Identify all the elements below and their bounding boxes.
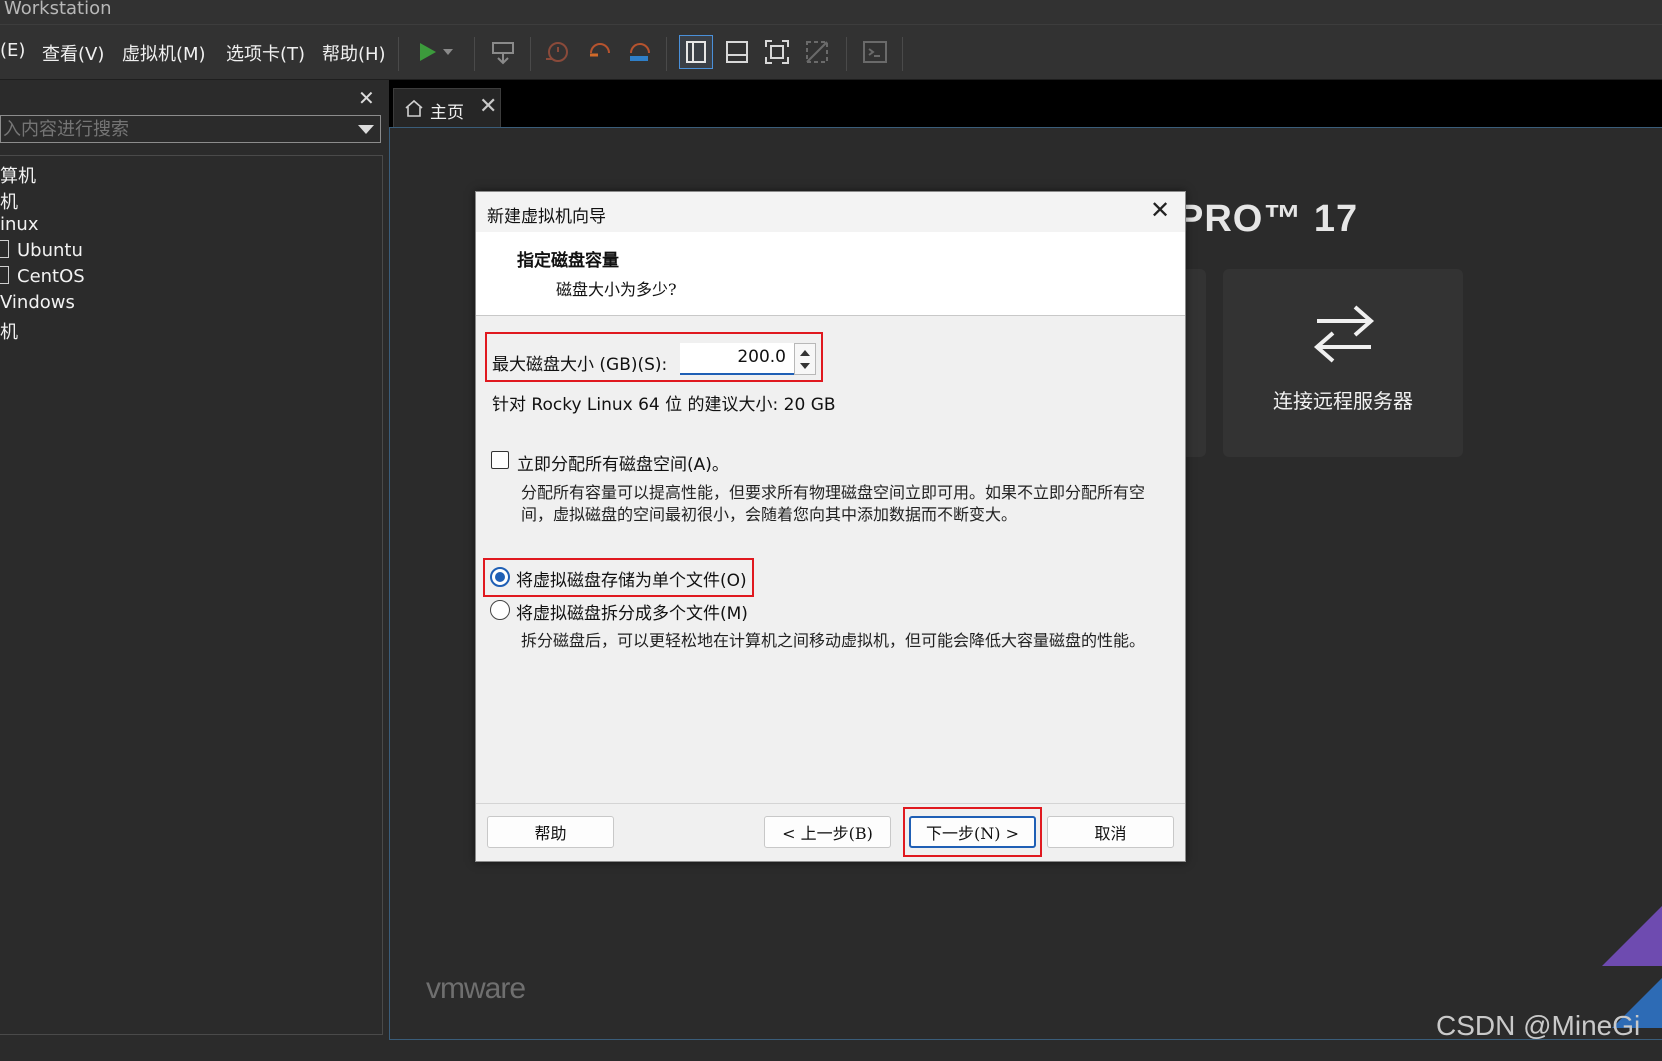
disk-size-stepper[interactable] (794, 343, 816, 375)
menu-vm[interactable]: 虚拟机(M) (122, 40, 206, 66)
vm-icon (0, 240, 9, 258)
toolbar-separator (398, 37, 399, 71)
help-button[interactable]: 帮助 (487, 816, 614, 848)
tab-strip: 主页 ✕ (389, 80, 1662, 127)
cancel-button[interactable]: 取消 (1047, 816, 1174, 848)
play-dropdown-icon[interactable] (440, 35, 456, 69)
vm-icon (0, 266, 9, 284)
library-search-input[interactable] (1, 116, 343, 142)
tab-label: 主页 (430, 103, 464, 123)
connect-remote-server-label: 连接远程服务器 (1273, 389, 1413, 413)
menu-tabs[interactable]: 选项卡(T) (226, 40, 305, 66)
tree-item-centos[interactable]: CentOS (0, 266, 85, 287)
stepper-up-icon[interactable] (800, 350, 810, 356)
max-disk-size-input[interactable] (680, 343, 790, 371)
snapshot-manager-icon[interactable] (622, 35, 656, 69)
library-view-icon[interactable] (679, 35, 713, 69)
toolbar-separator (530, 37, 531, 71)
library-close-icon[interactable]: ✕ (358, 86, 375, 110)
multi-file-radio[interactable] (490, 600, 510, 620)
tree-item-linux[interactable]: inux (0, 214, 38, 235)
single-file-radio[interactable] (490, 567, 510, 587)
tab-home[interactable]: 主页 ✕ (393, 88, 501, 127)
footer-divider (476, 803, 1185, 804)
dialog-titlebar: 新建虚拟机向导 ✕ (476, 192, 1185, 232)
dialog-close-icon[interactable]: ✕ (1150, 196, 1170, 224)
allocate-description: 分配所有容量可以提高性能，但要求所有物理磁盘空间立即可用。如果不立即分配所有空间… (521, 483, 1146, 524)
vmware-logo: vmware (426, 972, 526, 1005)
multi-file-label[interactable]: 将虚拟磁盘拆分成多个文件(M) (516, 599, 748, 624)
next-button[interactable]: 下一步(N) > (909, 816, 1036, 848)
step-heading: 指定磁盘容量 (517, 251, 619, 271)
thumbnail-bar-icon[interactable] (720, 35, 754, 69)
send-keys-icon[interactable] (486, 35, 520, 69)
connect-remote-server-card[interactable]: 连接远程服务器 (1223, 269, 1463, 457)
split-description: 拆分磁盘后，可以更轻松地在计算机之间移动虚拟机，但可能会降低大容量磁盘的性能。 (521, 631, 1146, 650)
toolbar-separator (902, 37, 903, 71)
library-search[interactable] (0, 115, 381, 143)
single-file-label[interactable]: 将虚拟磁盘存储为单个文件(O) (516, 566, 747, 591)
toolbar-separator (846, 37, 847, 71)
dialog-header: 指定磁盘容量 磁盘大小为多少? (476, 232, 1185, 316)
transfer-arrows-icon (1313, 305, 1375, 363)
stepper-down-icon[interactable] (800, 363, 810, 369)
allocate-now-checkbox[interactable] (491, 451, 509, 469)
tree-item-ubuntu[interactable]: Ubuntu (0, 240, 83, 261)
watermark: CSDN @MineGi (1436, 1010, 1641, 1041)
snapshot-icon[interactable] (540, 35, 574, 69)
revert-snapshot-icon[interactable] (582, 35, 616, 69)
library-tree: 算机 机 inux Ubuntu CentOS Vindows 机 (0, 155, 383, 1035)
tree-item-my-computer[interactable]: 算机 (0, 162, 36, 188)
max-disk-size-field[interactable] (680, 343, 794, 375)
play-icon[interactable] (410, 35, 444, 69)
library-panel: ✕ 算机 机 inux Ubuntu CentOS Vindows 机 (0, 80, 385, 1035)
tree-item-shared[interactable]: 机 (0, 318, 18, 344)
menubar: (E) 查看(V) 虚拟机(M) 选项卡(T) 帮助(H) (0, 25, 1662, 80)
back-button[interactable]: < 上一步(B) (764, 816, 891, 848)
window-titlebar: Workstation (0, 0, 1662, 25)
console-icon[interactable] (858, 35, 892, 69)
tab-close-icon[interactable]: ✕ (479, 94, 497, 119)
unity-icon[interactable] (800, 35, 834, 69)
step-subheading: 磁盘大小为多少? (556, 280, 677, 299)
menu-edit[interactable]: (E) (0, 40, 25, 61)
tree-item-windows[interactable]: Vindows (0, 292, 75, 313)
new-vm-wizard-dialog: 新建虚拟机向导 ✕ 指定磁盘容量 磁盘大小为多少? 最大磁盘大小 (GB)(S)… (475, 191, 1186, 862)
tree-item-label: CentOS (17, 266, 85, 287)
tree-item-label: Ubuntu (17, 240, 83, 261)
allocate-now-label[interactable]: 立即分配所有磁盘空间(A)。 (517, 450, 729, 475)
menu-help[interactable]: 帮助(H) (322, 40, 386, 66)
toolbar-separator (666, 37, 667, 71)
toolbar-separator (474, 37, 475, 71)
max-disk-size-label: 最大磁盘大小 (GB)(S): (492, 355, 668, 375)
product-title: PRO™ 17 (1178, 198, 1359, 240)
recommended-size-text: 针对 Rocky Linux 64 位 的建议大小: 20 GB (492, 395, 836, 415)
fullscreen-icon[interactable] (760, 35, 794, 69)
menu-view[interactable]: 查看(V) (42, 40, 104, 66)
status-bar (0, 1040, 1662, 1061)
home-icon (405, 99, 423, 117)
search-dropdown-icon[interactable] (358, 125, 374, 134)
tree-item-group[interactable]: 机 (0, 188, 18, 214)
window-title: Workstation (4, 0, 112, 19)
dialog-title: 新建虚拟机向导 (487, 207, 606, 227)
